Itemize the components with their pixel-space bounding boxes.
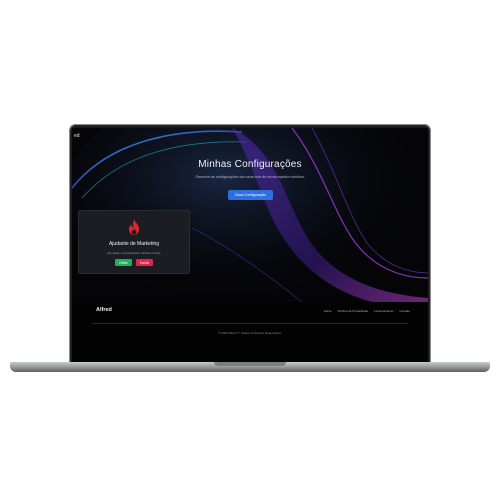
footer-link-sobre[interactable]: Sobre: [324, 309, 332, 313]
page-subtitle: Gerencie as configurações dos seus bots …: [195, 175, 305, 179]
delete-button[interactable]: Excluir: [136, 259, 153, 266]
footer-link-privacidade[interactable]: Política de Privacidade: [338, 309, 369, 313]
footer-brand[interactable]: Alfred: [96, 307, 112, 313]
footer-copyright: © 2023 Alfred™. Todos os Direitos Reserv…: [218, 331, 282, 335]
laptop-notch: [214, 362, 286, 366]
corner-text: ed: [74, 133, 80, 139]
footer-link-licenciamento[interactable]: Licenciamento: [374, 309, 393, 313]
footer-link-contato[interactable]: Contato: [399, 309, 410, 313]
laptop-mockup: ed Minhas Configurações Gerencie as conf…: [0, 0, 500, 500]
new-config-button[interactable]: Nova Configuração: [228, 190, 273, 200]
edit-button[interactable]: Editar: [115, 259, 132, 266]
footer: Alfred Sobre Política de Privacidade Lic…: [72, 302, 428, 362]
page-title: Minhas Configurações: [198, 159, 302, 170]
app-screen: ed Minhas Configurações Gerencie as conf…: [72, 128, 428, 362]
footer-divider: [92, 323, 408, 324]
footer-nav: Sobre Política de Privacidade Licenciame…: [324, 309, 410, 313]
flame-icon: [129, 219, 139, 235]
card-title: Ajudante de Marketing: [108, 241, 160, 247]
card-description: Me ajude a personalizar minhas vendas: [107, 251, 161, 255]
config-card: Ajudante de Marketing Me ajude a persona…: [78, 210, 190, 274]
